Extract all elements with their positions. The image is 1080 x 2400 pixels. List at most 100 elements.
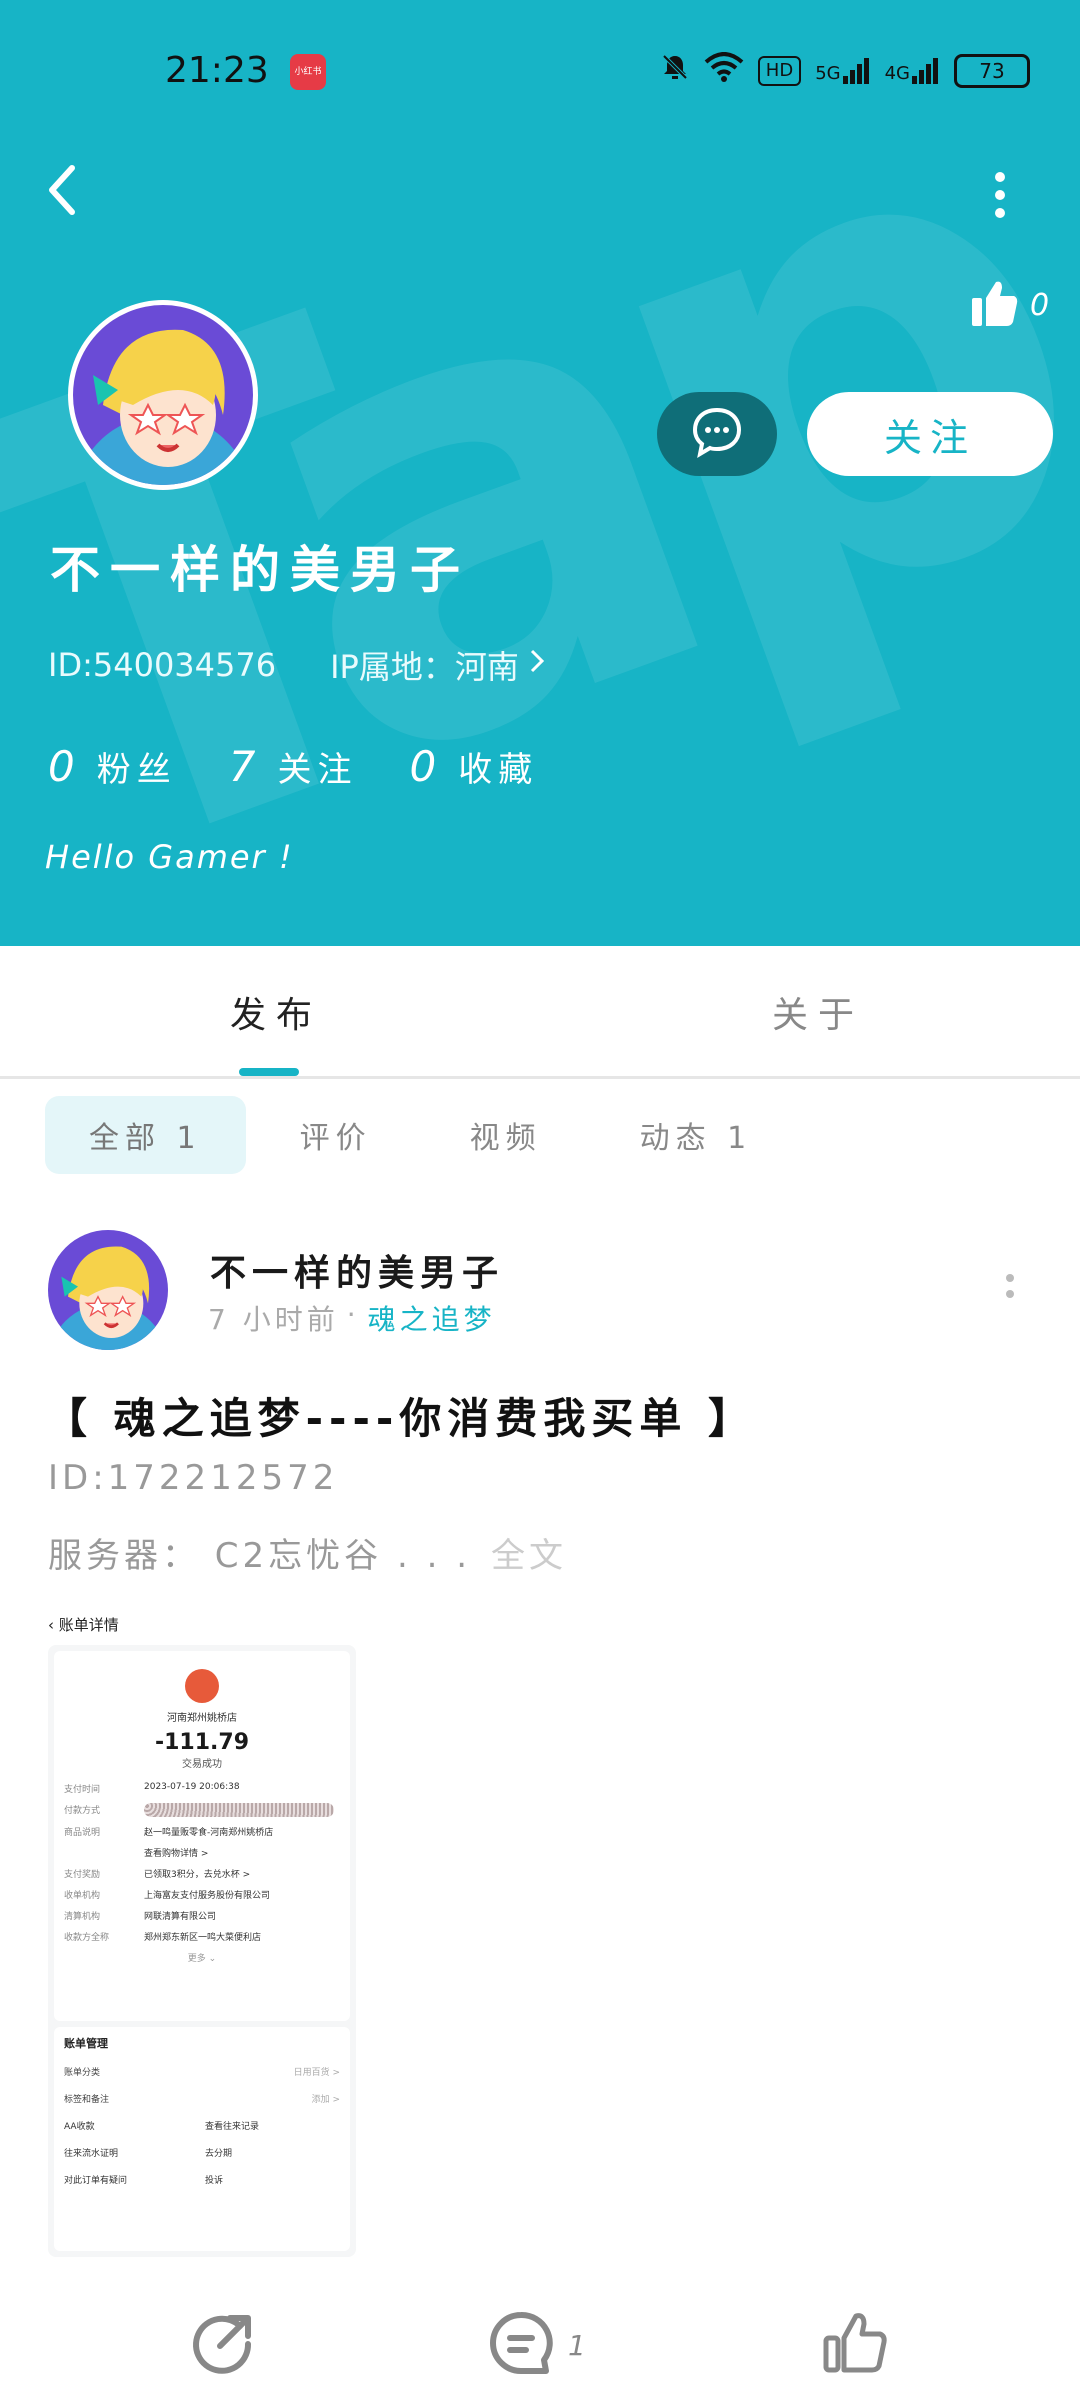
ip-location[interactable]: IP属地：河南 xyxy=(330,642,547,688)
status-bar: 21:23 小红书 HD 5G 4G 73 xyxy=(0,40,1080,100)
receipt-row: 支付奖励 已领取3积分，去兑水杯 > xyxy=(64,1867,340,1880)
post-author-name[interactable]: 不一样的美男子 xyxy=(210,1244,504,1296)
filter-videos[interactable]: 视频 xyxy=(426,1096,586,1174)
stat-label: 关注 xyxy=(277,750,358,790)
row-key: 支付时间 xyxy=(64,1785,101,1795)
receipt-row: 商品说明 赵一鸣量贩零食-河南郑州姚桥店 xyxy=(64,1825,340,1838)
stat-label: 粉丝 xyxy=(96,750,177,790)
receipt-row: 支付时间 2023-07-19 20:06:38 xyxy=(64,1782,340,1795)
hd-indicator: HD xyxy=(757,55,802,86)
post-time: 7 小时前 xyxy=(208,1303,339,1336)
post-filters: 全部 1 评价 视频 动态 1 xyxy=(45,1096,796,1174)
receipt-card: 河南郑州姚桥店 -111.79 交易成功 支付时间 2023-07-19 20:0… xyxy=(48,1645,356,2257)
receipt-more: 更多 ⌄ xyxy=(187,1954,217,1964)
row-key: 收款方全称 xyxy=(64,1933,110,1943)
row-value: 查看购物详情 > xyxy=(144,1849,209,1859)
row-key: 清算机构 xyxy=(64,1912,101,1922)
message-button[interactable] xyxy=(657,392,777,476)
receipt-status: 交易成功 xyxy=(182,1759,222,1770)
profile-id-line: ID:540034576 IP属地：河南 xyxy=(48,642,547,688)
post-more-icon[interactable] xyxy=(1000,1270,1020,1310)
profile-header: Tap 21:23 小红书 HD 5G 4G 73 0 关注 不一样的美男子 I… xyxy=(0,0,1080,946)
receipt-row: 收款方全称 郑州郑东新区一鸣大菜便利店 xyxy=(64,1930,340,1943)
receipt-action: 查看往来记录 xyxy=(205,2122,260,2132)
tab-about[interactable]: 关于 xyxy=(772,986,864,1038)
post-body-line: 服务器： C2忘忧谷 . . . 全文 xyxy=(48,1528,567,1577)
receipt-line: 标签和备注 添加 > xyxy=(64,2092,340,2105)
receipt-row: 清算机构 网联清算有限公司 xyxy=(64,1909,340,1922)
receipt-row: 查看购物详情 > xyxy=(64,1846,340,1859)
line-value: 添加 > xyxy=(311,2095,340,2105)
meta-separator: · xyxy=(346,1298,360,1331)
post-title[interactable]: 【 魂之追梦----你消费我买单 】 xyxy=(45,1385,756,1446)
receipt-header: ‹ 账单详情 xyxy=(48,1616,119,1634)
post-image[interactable]: ‹ 账单详情 河南郑州姚桥店 -111.79 交易成功 支付时间 2023-07-… xyxy=(48,1605,356,2260)
net2-label: 4G xyxy=(884,62,910,84)
comment-count: 1 xyxy=(568,2328,586,2362)
line-key: 账单分类 xyxy=(64,2068,101,2078)
row-value: 赵一鸣量贩零食-河南郑州姚桥店 xyxy=(144,1828,274,1838)
ip-location-text: IP属地：河南 xyxy=(330,648,519,686)
stat-following[interactable]: 7 关注 xyxy=(229,742,358,791)
thumbs-up-icon xyxy=(970,278,1020,332)
stat-favorites[interactable]: 0 收藏 xyxy=(409,742,538,791)
filter-all[interactable]: 全部 1 xyxy=(45,1096,246,1174)
post-game-tag[interactable]: 魂之追梦 xyxy=(368,1298,496,1338)
post-body-text: 服务器： C2忘忧谷 . . . xyxy=(48,1536,472,1576)
profile-stats: 0 粉丝 7 关注 0 收藏 xyxy=(48,742,538,791)
row-key xyxy=(64,1846,144,1859)
store-logo-icon xyxy=(185,1669,219,1703)
filter-reviews[interactable]: 评价 xyxy=(256,1096,416,1174)
main-tabs: 发布 关于 xyxy=(0,946,1080,1079)
avatar[interactable] xyxy=(68,300,258,490)
comment-icon xyxy=(488,2310,554,2380)
post-author-avatar[interactable] xyxy=(48,1230,168,1350)
profile-like[interactable]: 0 xyxy=(970,278,1049,332)
receipt-row: 收单机构 上海富友支付服务股份有限公司 xyxy=(64,1888,340,1901)
profile-username: 不一样的美男子 xyxy=(50,541,470,599)
row-value: 已领取3积分，去兑水杯 > xyxy=(144,1870,251,1880)
more-vertical-icon[interactable] xyxy=(985,165,1015,225)
net1-label: 5G xyxy=(815,62,841,84)
receipt-action: 投诉 xyxy=(205,2176,224,2186)
row-value: 2023-07-19 20:06:38 xyxy=(144,1782,240,1792)
receipt-line: 账单分类 日用百货 > xyxy=(64,2065,340,2078)
profile-bio: Hello Gamer ! xyxy=(45,838,294,876)
receipt-action: 往来流水证明 xyxy=(64,2149,119,2159)
like-count: 0 xyxy=(1030,287,1050,323)
thumbs-up-outline-icon xyxy=(822,2310,888,2380)
row-value: 上海富友支付服务股份有限公司 xyxy=(144,1891,271,1901)
row-key: 支付奖励 xyxy=(64,1870,101,1880)
signal-4g-icon: 4G xyxy=(884,57,940,84)
follow-button[interactable]: 关注 xyxy=(807,392,1053,476)
receipt-management: 账单管理 账单分类 日用百货 > 标签和备注 添加 > AA收款 查看往来记录 往来… xyxy=(54,2027,350,2251)
filter-moments[interactable]: 动态 1 xyxy=(596,1096,797,1174)
chat-bubble-icon xyxy=(689,404,745,464)
stat-number: 0 xyxy=(409,742,437,791)
active-tab-indicator xyxy=(239,1068,299,1076)
notification-app-icon: 小红书 xyxy=(290,54,326,90)
row-value: 郑州郑东新区一鸣大菜便利店 xyxy=(144,1933,262,1943)
profile-id[interactable]: ID:540034576 xyxy=(48,646,276,684)
share-icon xyxy=(190,2310,256,2380)
comment-button[interactable]: 1 xyxy=(488,2310,586,2380)
stat-fans[interactable]: 0 粉丝 xyxy=(48,742,177,791)
receipt-action: AA收款 xyxy=(64,2122,95,2132)
row-key: 收单机构 xyxy=(64,1891,101,1901)
back-arrow-icon[interactable] xyxy=(42,160,92,220)
post-meta: 7 小时前 · 魂之追梦 xyxy=(208,1298,496,1338)
mute-bell-icon xyxy=(660,52,690,89)
share-button[interactable] xyxy=(190,2310,256,2380)
wifi-icon xyxy=(704,52,744,89)
status-icons: HD 5G 4G 73 xyxy=(660,52,1030,89)
line-key: 标签和备注 xyxy=(64,2095,110,2105)
read-more-link[interactable]: 全文 xyxy=(491,1536,567,1576)
tab-posts[interactable]: 发布 xyxy=(230,986,322,1038)
post-body-line: ID:172212572 xyxy=(48,1458,339,1498)
chevron-right-icon xyxy=(527,646,547,684)
receipt-action: 去分期 xyxy=(205,2149,233,2159)
stat-number: 7 xyxy=(228,742,256,791)
line-value: 日用百货 > xyxy=(293,2068,340,2078)
signal-5g-icon: 5G xyxy=(815,57,870,84)
like-button[interactable] xyxy=(822,2310,888,2380)
